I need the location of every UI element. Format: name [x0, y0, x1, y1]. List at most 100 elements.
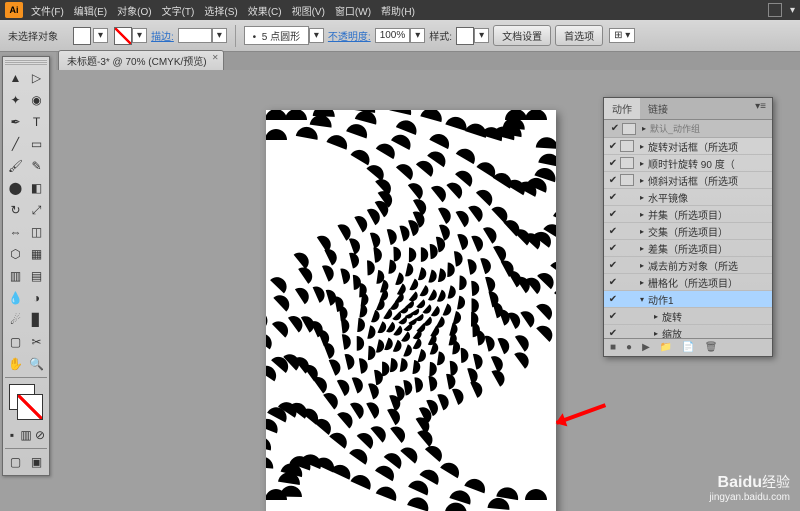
dialog-toggle-icon[interactable]	[620, 276, 634, 288]
tool-selection[interactable]: ▲	[5, 67, 26, 89]
tool-mesh[interactable]: ▥	[5, 265, 26, 287]
screen-mode-full[interactable]: ▣	[26, 451, 47, 473]
brush-dropdown[interactable]: • 5 点圆形	[244, 26, 309, 45]
workspace-dropdown[interactable]: ▾	[790, 5, 795, 16]
disclosure-triangle-icon[interactable]: ▸	[640, 176, 644, 185]
tool-eraser[interactable]: ◧	[26, 177, 47, 199]
tool-perspective[interactable]: ▦	[26, 243, 47, 265]
layout-icon[interactable]	[768, 3, 782, 17]
play-icon[interactable]: ▶	[642, 342, 650, 353]
dialog-toggle-icon[interactable]	[620, 140, 634, 152]
action-row[interactable]: ✔▸差集（所选项目）	[604, 240, 772, 257]
menu-edit[interactable]: 编辑(E)	[74, 3, 107, 18]
tool-eyedropper[interactable]: 💧	[5, 287, 26, 309]
tool-blend[interactable]: ◑	[26, 287, 47, 309]
tool-slice[interactable]: ✂	[26, 331, 47, 353]
dialog-toggle-icon[interactable]	[620, 174, 634, 186]
document-tab[interactable]: 未标题-3* @ 70% (CMYK/预览) ✕	[58, 50, 224, 70]
tool-type[interactable]: T	[26, 111, 47, 133]
tool-rotate[interactable]: ↻	[5, 199, 26, 221]
tool-color-pickers[interactable]	[5, 382, 47, 422]
doc-setup-button[interactable]: 文档设置	[493, 25, 551, 46]
panel-menu-icon[interactable]: ▾≡	[749, 98, 772, 119]
tool-hand[interactable]: ✋	[5, 353, 26, 375]
disclosure-triangle-icon[interactable]: ▸	[640, 142, 644, 151]
action-row[interactable]: ✔▸并集（所选项目）	[604, 206, 772, 223]
tool-magic-wand[interactable]: ✦	[5, 89, 26, 111]
new-folder-icon[interactable]: 📁	[660, 342, 672, 353]
tool-artboard[interactable]: ▢	[5, 331, 26, 353]
screen-mode-normal[interactable]: ▢	[5, 451, 26, 473]
tool-width[interactable]: ⇔	[5, 221, 26, 243]
stop-icon[interactable]: ■	[610, 342, 616, 353]
tool-gradient[interactable]: ▤	[26, 265, 47, 287]
stroke-width-dd[interactable]: ▾	[212, 28, 227, 43]
dialog-toggle-icon[interactable]	[620, 293, 634, 305]
stroke-swatch[interactable]	[114, 27, 132, 45]
dialog-toggle-icon[interactable]	[620, 157, 634, 169]
disclosure-triangle-icon[interactable]: ▸	[654, 312, 658, 321]
menu-window[interactable]: 窗口(W)	[335, 3, 371, 18]
tool-graph[interactable]: ▊	[26, 309, 47, 331]
tool-line[interactable]: ╱	[5, 133, 26, 155]
menu-effect[interactable]: 效果(C)	[248, 3, 282, 18]
action-row[interactable]: ✔▸减去前方对象（所选	[604, 257, 772, 274]
menu-file[interactable]: 文件(F)	[31, 3, 64, 18]
tool-brush[interactable]: 🖌	[5, 155, 26, 177]
disclosure-triangle-icon[interactable]: ▸	[654, 329, 658, 338]
action-row[interactable]: ✔▸栅格化（所选项目）	[604, 274, 772, 291]
toggle-check-icon[interactable]: ✔	[606, 311, 620, 322]
tool-lasso[interactable]: ◉	[26, 89, 47, 111]
toggle-check-icon[interactable]: ✔	[606, 158, 620, 169]
action-row[interactable]: ✔▸倾斜对话框（所选项	[604, 172, 772, 189]
style-swatch[interactable]	[456, 27, 474, 45]
opacity-input[interactable]: 100%	[375, 28, 411, 43]
menu-object[interactable]: 对象(O)	[117, 3, 151, 18]
toggle-check-icon[interactable]: ✔	[606, 260, 620, 271]
action-row[interactable]: ✔▾动作1	[604, 291, 772, 308]
action-row[interactable]: ✔▸顺时针旋转 90 度（	[604, 155, 772, 172]
disclosure-triangle-icon[interactable]: ▸	[640, 244, 644, 253]
toggle-check-icon[interactable]: ✔	[606, 277, 620, 288]
tool-free-transform[interactable]: ◫	[26, 221, 47, 243]
menu-select[interactable]: 选择(S)	[204, 3, 237, 18]
toggle-check-icon[interactable]: ✔	[606, 141, 620, 152]
action-row[interactable]: ✔▸旋转	[604, 308, 772, 325]
opacity-dd[interactable]: ▾	[410, 28, 425, 43]
style-dd[interactable]: ▾	[474, 28, 489, 43]
disclosure-triangle-icon[interactable]: ▸	[640, 159, 644, 168]
action-row[interactable]: ✔▸交集（所选项目）	[604, 223, 772, 240]
toggle-check-icon[interactable]: ✔	[606, 226, 620, 237]
mode-none[interactable]: ⊘	[33, 424, 47, 446]
dialog-toggle-icon[interactable]	[620, 225, 634, 237]
dialog-toggle-icon[interactable]	[620, 242, 634, 254]
tool-pen[interactable]: ✒	[5, 111, 26, 133]
record-icon[interactable]: ●	[626, 342, 632, 353]
tool-scale[interactable]: ⤢	[26, 199, 47, 221]
dialog-toggle-icon[interactable]	[620, 259, 634, 271]
disclosure-triangle-icon[interactable]: ▸	[640, 210, 644, 219]
dialog-toggle-icon[interactable]	[620, 208, 634, 220]
menu-type[interactable]: 文字(T)	[162, 3, 195, 18]
toggle-check-icon[interactable]: ✔	[606, 209, 620, 220]
disclosure-triangle-icon[interactable]: ▸	[640, 227, 644, 236]
toggle-check-icon[interactable]: ✔	[606, 192, 620, 203]
dialog-toggle-icon[interactable]	[620, 310, 634, 322]
toggle-check-icon[interactable]: ✔	[606, 328, 620, 339]
new-action-icon[interactable]: 📄	[682, 342, 694, 353]
mode-color[interactable]: ▪	[5, 424, 19, 446]
toggle-check-icon[interactable]: ✔	[606, 175, 620, 186]
tool-shape-builder[interactable]: ⬡	[5, 243, 26, 265]
disclosure-triangle-icon[interactable]: ▸	[640, 193, 644, 202]
menu-view[interactable]: 视图(V)	[292, 3, 325, 18]
close-tab-icon[interactable]: ✕	[212, 53, 219, 62]
delete-icon[interactable]: 🗑	[705, 342, 718, 353]
stroke-dropdown[interactable]: ▾	[132, 28, 147, 43]
tool-symbol[interactable]: ☄	[5, 309, 26, 331]
tool-pencil[interactable]: ✎	[26, 155, 47, 177]
tool-rectangle[interactable]: ▭	[26, 133, 47, 155]
tab-actions[interactable]: 动作	[604, 98, 640, 119]
disclosure-triangle-icon[interactable]: ▸	[640, 278, 644, 287]
fill-dropdown[interactable]: ▾	[93, 28, 108, 43]
artboard[interactable]	[266, 110, 556, 511]
